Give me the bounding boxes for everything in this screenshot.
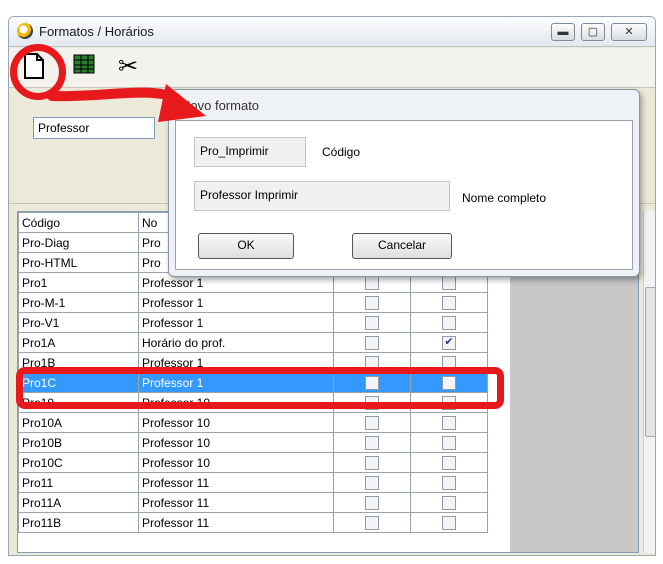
row-code: Pro11A [18,492,139,513]
dialog-body: Pro_Imprimir Código Professor Imprimir N… [175,120,633,270]
row-checkbox-cell [333,432,411,453]
row-code: Pro10A [18,412,139,433]
close-button[interactable]: ✕ [611,23,647,41]
checkbox[interactable] [442,415,456,430]
checkbox[interactable] [442,495,456,510]
table-row[interactable]: Pro1A Horário do prof. ✔ [18,332,488,353]
row-checkbox-cell [333,492,411,513]
row-code: Pro-V1 [18,312,139,333]
row-checkbox-cell: ✔ [410,332,488,353]
table-icon[interactable] [69,52,99,82]
checkbox[interactable] [442,275,456,290]
row-code: Pro11B [18,512,139,533]
table-row[interactable]: Pro-V1 Professor 1 [18,312,488,333]
table-row[interactable]: Pro11A Professor 11 [18,492,488,513]
row-name: Horário do prof. [138,332,334,353]
checkbox[interactable] [442,295,456,310]
header-code[interactable]: Código [18,212,139,233]
title-bar: Formatos / Horários ▬ ▢ ✕ [9,17,655,47]
row-name: Professor 11 [138,472,334,493]
checkbox[interactable] [365,315,379,330]
checkbox[interactable] [442,435,456,450]
table-row[interactable]: Pro10C Professor 10 [18,452,488,473]
checked-checkbox[interactable]: ✔ [442,335,456,350]
maximize-button[interactable]: ▢ [581,23,605,41]
row-name: Professor 11 [138,492,334,513]
dialog-title: Novo formato [181,98,260,113]
checkbox[interactable] [365,495,379,510]
row-checkbox-cell [410,512,488,533]
checkbox[interactable] [365,435,379,450]
row-code: Pro1A [18,332,139,353]
row-checkbox-cell [410,472,488,493]
row-code: Pro11 [18,472,139,493]
table-row[interactable]: Pro10B Professor 10 [18,432,488,453]
row-checkbox-cell [333,512,411,533]
row-code: Pro-M-1 [18,292,139,313]
row-code: Pro1 [18,272,139,293]
cancel-button[interactable]: Cancelar [352,233,452,259]
table-row[interactable]: Pro11 Professor 11 [18,472,488,493]
row-checkbox-cell [333,412,411,433]
row-code: Pro-Diag [18,232,139,253]
checkbox[interactable] [442,455,456,470]
row-name: Professor 1 [138,312,334,333]
scissors-icon[interactable]: ✂ [113,52,143,82]
row-checkbox-cell [410,412,488,433]
row-checkbox-cell [333,472,411,493]
code-input[interactable]: Pro_Imprimir [194,137,306,167]
checkbox[interactable] [365,295,379,310]
row-code: Pro10B [18,432,139,453]
close-icon: ✕ [624,26,634,38]
window-title: Formatos / Horários [39,24,154,39]
row-code: Pro-HTML [18,252,139,273]
row-name: Professor 10 [138,432,334,453]
row-checkbox-cell [410,312,488,333]
row-checkbox-cell [410,292,488,313]
table-row[interactable]: Pro10A Professor 10 [18,412,488,433]
format-type-select[interactable]: Professor [33,117,155,139]
checkbox[interactable] [365,335,379,350]
name-input[interactable]: Professor Imprimir [194,181,450,211]
checkbox[interactable] [365,455,379,470]
row-code: Pro10C [18,452,139,473]
selected-row-highlight [16,367,504,409]
name-label: Nome completo [462,191,547,205]
row-checkbox-cell [410,492,488,513]
row-checkbox-cell [333,332,411,353]
new-format-dialog: Novo formato Pro_Imprimir Código Profess… [168,89,640,277]
checkbox[interactable] [442,475,456,490]
row-name: Professor 10 [138,452,334,473]
checkbox[interactable] [442,315,456,330]
row-name: Professor 11 [138,512,334,533]
app-icon [17,23,33,39]
row-checkbox-cell [410,432,488,453]
maximize-icon: ▢ [587,26,599,38]
checkbox[interactable] [365,475,379,490]
row-checkbox-cell [333,312,411,333]
row-checkbox-cell [333,452,411,473]
row-checkbox-cell [410,452,488,473]
new-button-highlight-circle [10,44,66,100]
checkbox[interactable] [442,515,456,530]
code-label: Código [322,145,361,159]
minimize-button[interactable]: ▬ [551,23,575,41]
table-row[interactable]: Pro11B Professor 11 [18,512,488,533]
ok-button[interactable]: OK [198,233,294,259]
checkbox[interactable] [365,515,379,530]
checkbox[interactable] [365,415,379,430]
table-row[interactable]: Pro-M-1 Professor 1 [18,292,488,313]
row-checkbox-cell [333,292,411,313]
minimize-icon: ▬ [557,26,569,38]
row-name: Professor 10 [138,412,334,433]
toolbar: ✂ [9,48,655,88]
scrollbar-thumb[interactable] [645,287,655,437]
row-name: Professor 1 [138,292,334,313]
checkbox[interactable] [365,275,379,290]
